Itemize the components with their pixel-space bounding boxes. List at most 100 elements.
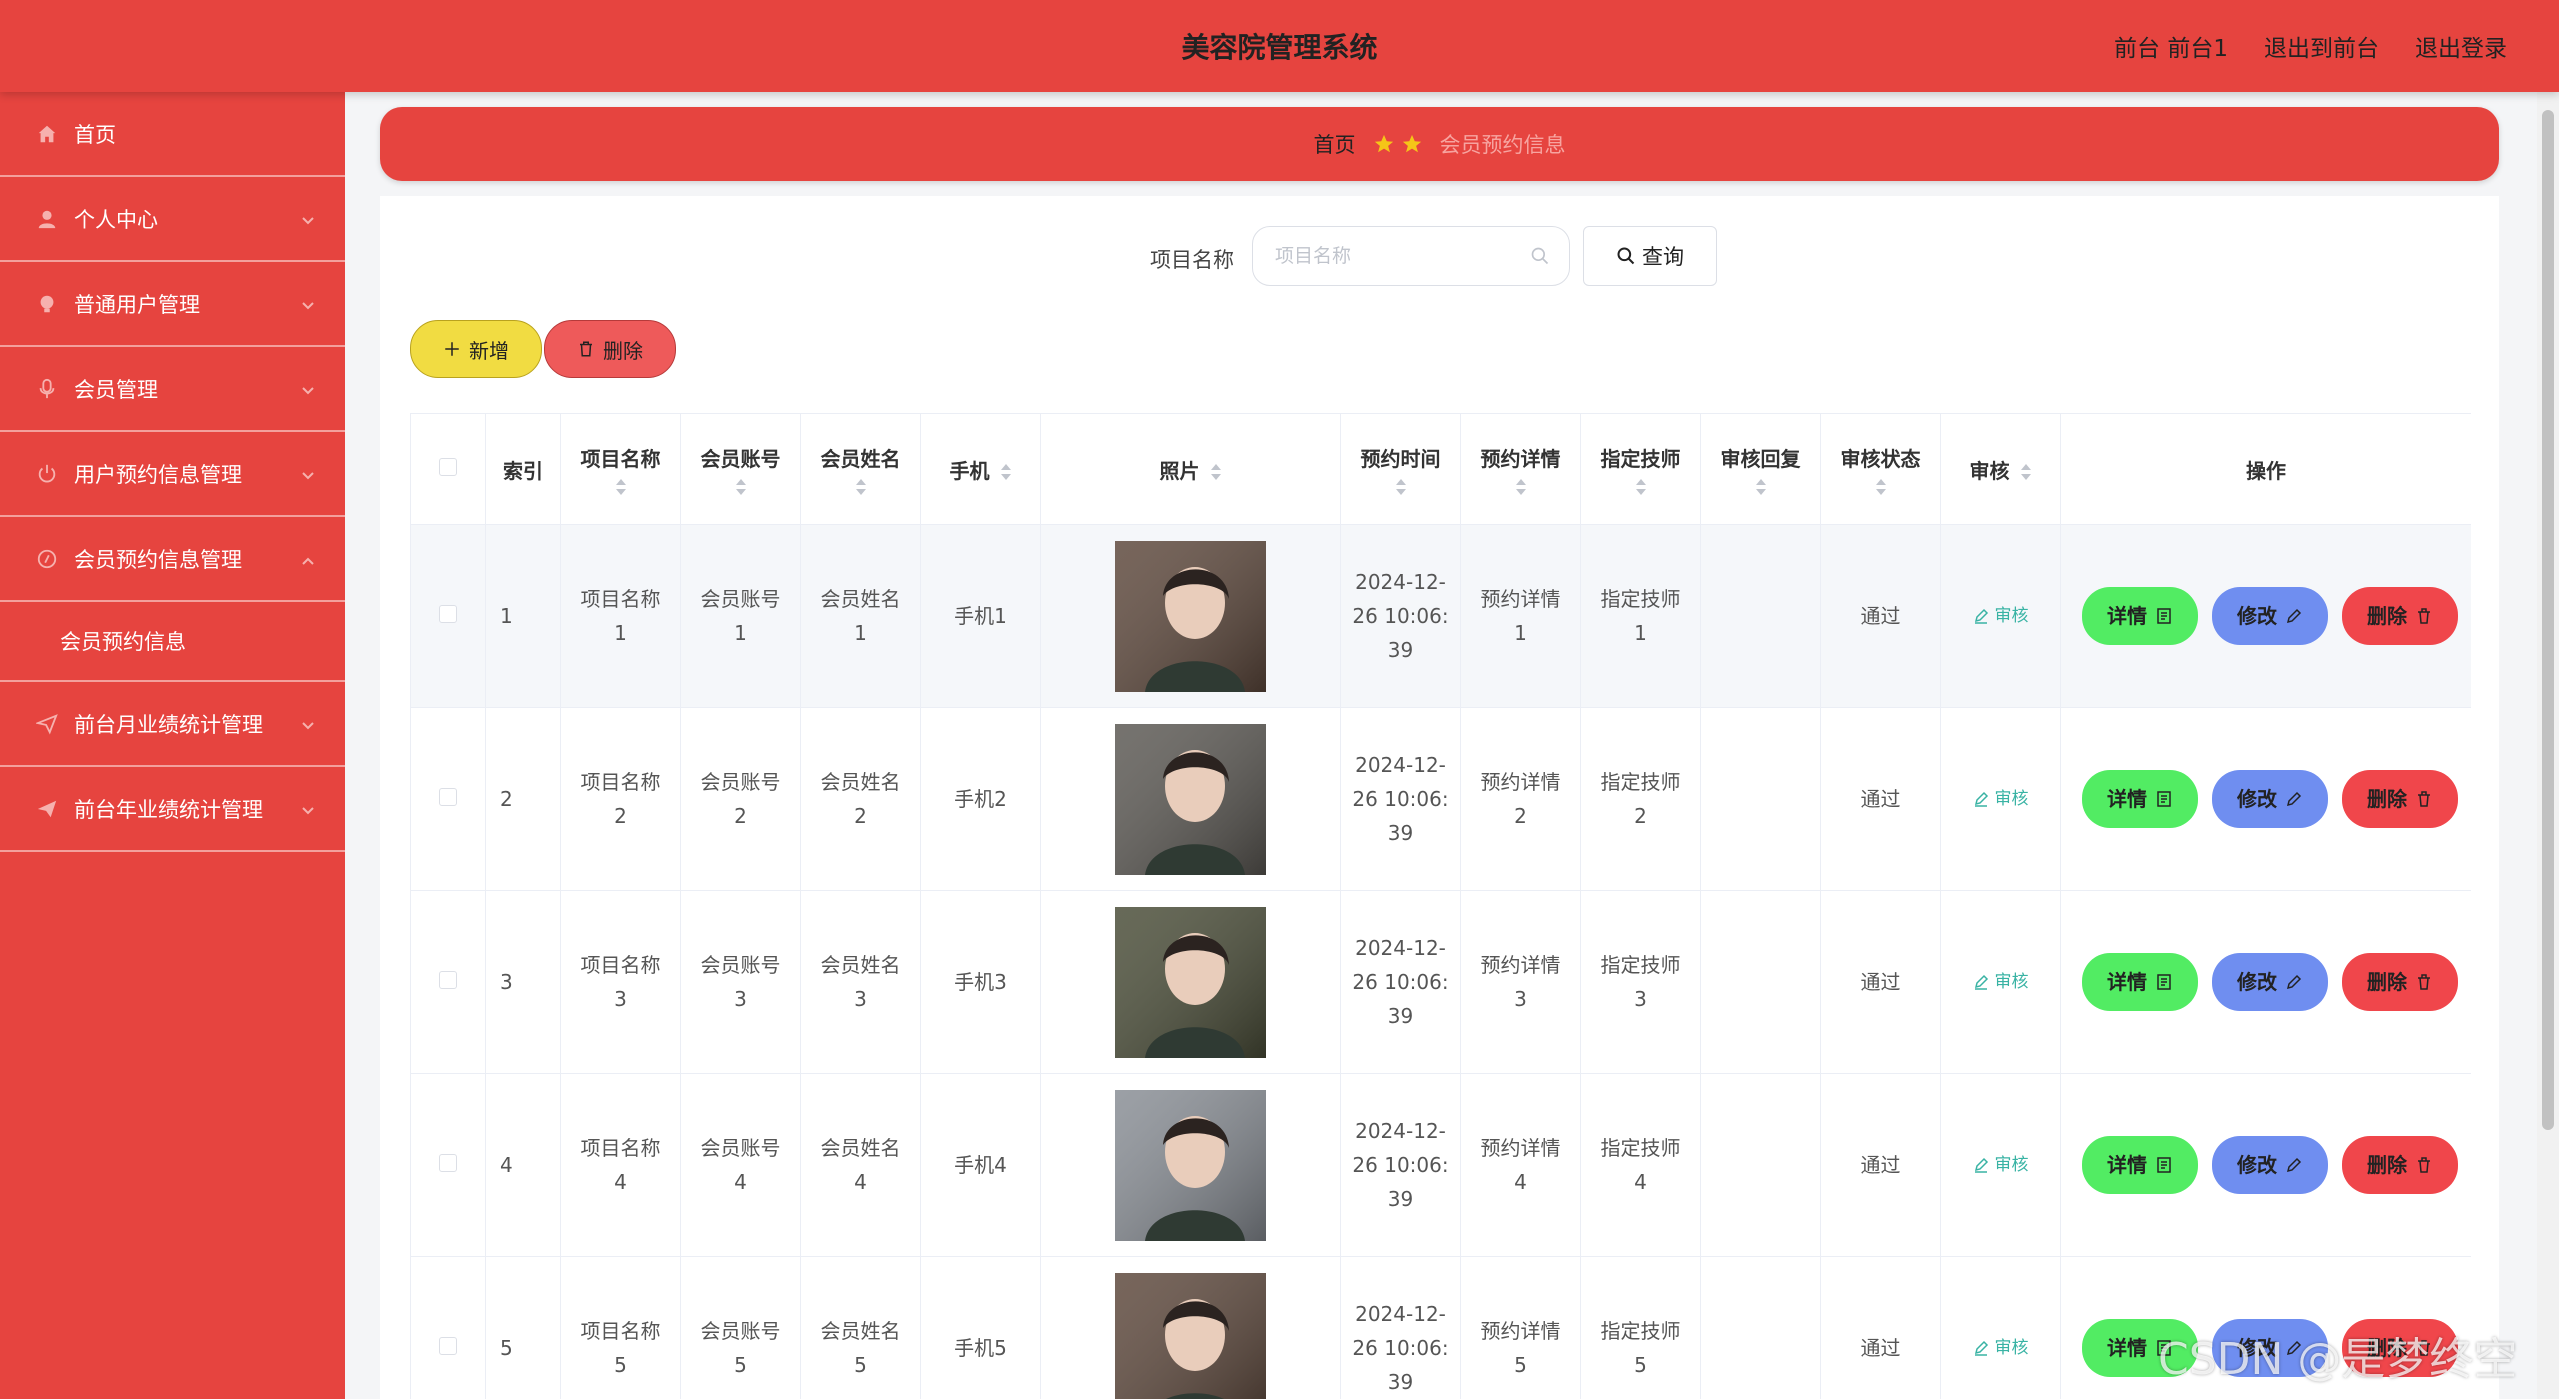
sort-icon[interactable] bbox=[2020, 463, 2032, 481]
select-all-cell bbox=[410, 413, 486, 525]
photo-cell bbox=[1040, 1073, 1341, 1257]
sidebar-item-personal-center[interactable]: 个人中心 bbox=[0, 177, 345, 262]
delete-button[interactable]: 删除 bbox=[2342, 1319, 2458, 1377]
row-checkbox[interactable] bbox=[439, 605, 457, 623]
row-checkbox[interactable] bbox=[439, 971, 457, 989]
time-text: 2024-12- 26 10:06: 39 bbox=[1352, 1119, 1449, 1211]
delete-button[interactable]: 删除 bbox=[2342, 770, 2458, 828]
photo-cell bbox=[1040, 524, 1341, 708]
search-icon bbox=[1531, 247, 1549, 265]
sort-icon[interactable] bbox=[1755, 478, 1767, 496]
name-cell: 会员姓名 4 bbox=[800, 1073, 921, 1257]
header-link-user[interactable]: 前台 前台1 bbox=[2114, 29, 2228, 63]
table-row[interactable]: 3 项目名称 3 会员账号 3 会员姓名 3 手机3 2024-12- 26 10:06: 39 预约… bbox=[410, 890, 2471, 1074]
sidebar-item-member-management[interactable]: 会员管理 bbox=[0, 347, 345, 432]
detail-button[interactable]: 详情 bbox=[2082, 1136, 2198, 1194]
time-text: 2024-12- 26 10:06: 39 bbox=[1352, 570, 1449, 662]
column-header-phone[interactable]: 手机 bbox=[920, 413, 1041, 525]
edit-button[interactable]: 修改 bbox=[2212, 1136, 2328, 1194]
sidebar-item-yearly-performance[interactable]: 前台年业绩统计管理 bbox=[0, 767, 345, 852]
edit-icon bbox=[2286, 1340, 2302, 1356]
sort-icon[interactable] bbox=[735, 478, 747, 496]
sidebar-item-home[interactable]: 首页 bbox=[0, 92, 345, 177]
account-cell: 会员账号 4 bbox=[680, 1073, 801, 1257]
delete-button[interactable]: 删除 bbox=[2342, 587, 2458, 645]
edit-button[interactable]: 修改 bbox=[2212, 587, 2328, 645]
sort-icon[interactable] bbox=[1635, 478, 1647, 496]
sort-icon[interactable] bbox=[1000, 463, 1012, 481]
column-header-audit[interactable]: 审核 bbox=[1940, 413, 2061, 525]
member-photo[interactable] bbox=[1115, 723, 1266, 875]
row-checkbox[interactable] bbox=[439, 1154, 457, 1172]
reply-cell bbox=[1700, 707, 1821, 891]
query-button[interactable]: 查询 bbox=[1583, 226, 1717, 286]
actions-cell: 详情 修改 删除 bbox=[2060, 1073, 2471, 1257]
table-row[interactable]: 2 项目名称 2 会员账号 2 会员姓名 2 手机2 2024-12- 26 10:06: 39 预约… bbox=[410, 707, 2471, 891]
edit-button[interactable]: 修改 bbox=[2212, 770, 2328, 828]
column-header-time[interactable]: 预约时间 bbox=[1340, 413, 1461, 525]
detail-button[interactable]: 详情 bbox=[2082, 770, 2198, 828]
member-photo[interactable] bbox=[1115, 1089, 1266, 1241]
sort-icon[interactable] bbox=[1515, 478, 1527, 496]
project-text: 项目名称 2 bbox=[580, 770, 661, 828]
sidebar-item-user-booking-management[interactable]: 用户预约信息管理 bbox=[0, 432, 345, 517]
detail-text: 预约详情 2 bbox=[1480, 770, 1561, 828]
time-cell: 2024-12- 26 10:06: 39 bbox=[1340, 1256, 1461, 1399]
table-row[interactable]: 5 项目名称 5 会员账号 5 会员姓名 5 手机5 2024-12- 26 10:06: 39 预约… bbox=[410, 1256, 2471, 1399]
page-scrollbar[interactable] bbox=[2537, 92, 2559, 1399]
row-checkbox[interactable] bbox=[439, 1337, 457, 1355]
detail-button[interactable]: 详情 bbox=[2082, 587, 2198, 645]
scrollbar-thumb[interactable] bbox=[2542, 110, 2554, 1130]
detail-button[interactable]: 详情 bbox=[2082, 1319, 2198, 1377]
sidebar-item-member-booking-management[interactable]: 会员预约信息管理 bbox=[0, 517, 345, 602]
audit-link[interactable]: 审核 bbox=[1973, 1148, 2029, 1182]
edit-button[interactable]: 修改 bbox=[2212, 953, 2328, 1011]
sidebar-item-user-management[interactable]: 普通用户管理 bbox=[0, 262, 345, 347]
sort-icon[interactable] bbox=[1210, 463, 1222, 481]
tech-text: 指定技师 1 bbox=[1600, 587, 1681, 645]
sort-icon[interactable] bbox=[1395, 478, 1407, 496]
column-header-photo[interactable]: 照片 bbox=[1040, 413, 1341, 525]
delete-button[interactable]: 删除 bbox=[2342, 953, 2458, 1011]
row-checkbox[interactable] bbox=[439, 788, 457, 806]
column-header-tech[interactable]: 指定技师 bbox=[1580, 413, 1701, 525]
account-text: 会员账号 3 bbox=[700, 953, 781, 1011]
header-link-back-front[interactable]: 退出到前台 bbox=[2264, 29, 2379, 63]
audit-link[interactable]: 审核 bbox=[1973, 599, 2029, 633]
delete-button[interactable]: 删除 bbox=[2342, 1136, 2458, 1194]
member-photo[interactable] bbox=[1115, 540, 1266, 692]
chevron-down-icon bbox=[301, 209, 315, 225]
row-select-cell bbox=[410, 1256, 486, 1399]
member-photo[interactable] bbox=[1115, 906, 1266, 1058]
document-icon bbox=[2157, 974, 2171, 990]
column-header-account[interactable]: 会员账号 bbox=[680, 413, 801, 525]
audit-link[interactable]: 审核 bbox=[1973, 782, 2029, 816]
batch-delete-button[interactable]: 删除 bbox=[544, 320, 676, 378]
phone-cell: 手机5 bbox=[920, 1256, 1041, 1399]
sidebar-subitem-member-booking-info[interactable]: 会员预约信息 bbox=[0, 602, 345, 682]
header-link-logout[interactable]: 退出登录 bbox=[2415, 29, 2507, 63]
column-header-name[interactable]: 会员姓名 bbox=[800, 413, 921, 525]
add-button[interactable]: 新增 bbox=[410, 320, 542, 378]
sidebar-item-monthly-performance[interactable]: 前台月业绩统计管理 bbox=[0, 682, 345, 767]
select-all-checkbox[interactable] bbox=[439, 458, 457, 476]
column-header-detail[interactable]: 预约详情 bbox=[1460, 413, 1581, 525]
column-header-status[interactable]: 审核状态 bbox=[1820, 413, 1941, 525]
column-header-reply[interactable]: 审核回复 bbox=[1700, 413, 1821, 525]
column-header-project[interactable]: 项目名称 bbox=[560, 413, 681, 525]
audit-link[interactable]: 审核 bbox=[1973, 1331, 2029, 1365]
photo-cell bbox=[1040, 1256, 1341, 1399]
edit-button[interactable]: 修改 bbox=[2212, 1319, 2328, 1377]
sort-icon[interactable] bbox=[615, 478, 627, 496]
sort-icon[interactable] bbox=[1875, 478, 1887, 496]
sort-icon[interactable] bbox=[855, 478, 867, 496]
search-input[interactable] bbox=[1252, 226, 1570, 286]
table-row[interactable]: 4 项目名称 4 会员账号 4 会员姓名 4 手机4 2024-12- 26 10:06: 39 预约… bbox=[410, 1073, 2471, 1257]
detail-button[interactable]: 详情 bbox=[2082, 953, 2198, 1011]
edit-icon bbox=[2286, 791, 2302, 807]
member-photo[interactable] bbox=[1115, 1272, 1266, 1399]
table-row[interactable]: 1 项目名称 1 会员账号 1 会员姓名 1 手机1 2024-12- 26 10:06: 39 预约… bbox=[410, 524, 2471, 708]
audit-link[interactable]: 审核 bbox=[1973, 965, 2029, 999]
project-cell: 项目名称 5 bbox=[560, 1256, 681, 1399]
breadcrumb-home[interactable]: 首页 bbox=[1314, 129, 1356, 159]
